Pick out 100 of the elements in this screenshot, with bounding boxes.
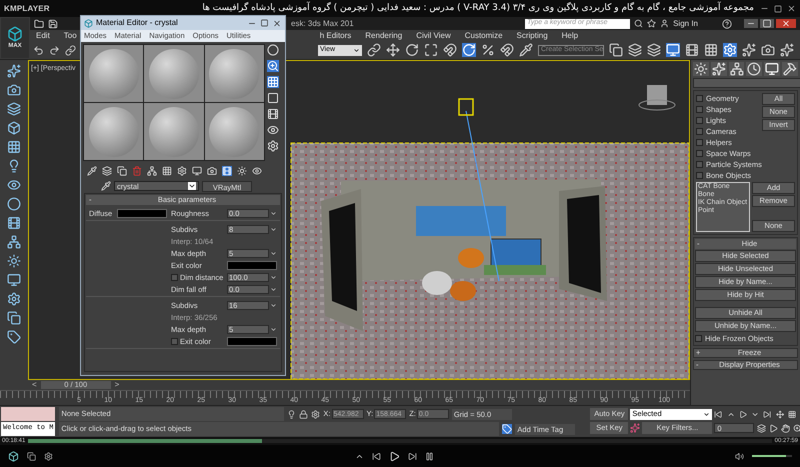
side-tool-icon[interactable]	[7, 197, 21, 211]
menu-item[interactable]: Scripting	[516, 30, 548, 42]
checkbox[interactable]	[696, 172, 703, 179]
checkbox[interactable]	[171, 338, 178, 345]
star-icon[interactable]	[647, 19, 656, 28]
material-tool-icon[interactable]	[177, 166, 187, 176]
spinner-snap-icon[interactable]	[500, 43, 514, 57]
viewcube-icon[interactable]	[638, 85, 676, 110]
navigation-icon[interactable]	[757, 424, 766, 432]
material-tool-icon[interactable]	[237, 166, 247, 176]
slot-tool-icon[interactable]	[267, 108, 279, 120]
transform-tool-icon[interactable]	[405, 43, 419, 57]
side-tool-icon[interactable]	[7, 292, 21, 306]
side-tool-icon[interactable]	[7, 273, 21, 287]
material-tool-icon[interactable]	[87, 166, 97, 176]
dropdown-caret-icon[interactable]	[188, 182, 196, 190]
render-setup-icon[interactable]	[666, 43, 680, 57]
3d-mode-icon[interactable]	[8, 450, 19, 462]
angle-snap-icon[interactable]	[462, 43, 476, 57]
restore-icon[interactable]	[760, 19, 774, 28]
checkbox[interactable]	[696, 161, 703, 168]
panel-tab-icon[interactable]	[746, 62, 762, 76]
playback-icon[interactable]	[776, 410, 784, 418]
transform-tool-icon[interactable]	[424, 43, 438, 57]
snap-icon[interactable]	[443, 43, 457, 57]
slot-tool-icon[interactable]	[267, 60, 279, 72]
material-tool-icon[interactable]	[162, 166, 172, 176]
checkbox[interactable]	[696, 128, 703, 135]
maximize-icon[interactable]	[260, 19, 269, 27]
checkbox[interactable]	[171, 274, 178, 281]
navigation-icon[interactable]	[781, 424, 790, 432]
previous-icon[interactable]	[372, 452, 380, 460]
panel-tab-icon[interactable]	[782, 62, 798, 76]
slot-tool-icon[interactable]	[267, 140, 279, 152]
render-frame-icon[interactable]	[761, 43, 775, 57]
side-tool-icon[interactable]	[7, 311, 21, 325]
menu-item[interactable]: Customize	[464, 30, 503, 42]
dropdown-caret-icon[interactable]	[353, 46, 360, 54]
menu-item[interactable]: Rendering	[365, 30, 402, 42]
volume-icon[interactable]	[735, 452, 744, 460]
side-tool-icon[interactable]	[7, 121, 21, 135]
lock-icon[interactable]	[299, 410, 308, 418]
checkbox[interactable]	[696, 117, 703, 124]
next-icon[interactable]	[408, 452, 416, 460]
playback-icon[interactable]	[763, 410, 772, 418]
undo-icon[interactable]	[33, 44, 44, 56]
panel-tab-icon[interactable]	[764, 62, 780, 76]
transform-tool-icon[interactable]	[367, 43, 381, 57]
user-icon[interactable]	[660, 19, 670, 28]
side-tool-icon[interactable]	[7, 102, 21, 116]
script-listener-field[interactable]	[1, 407, 56, 421]
slot-tool-icon[interactable]	[267, 124, 279, 136]
sign-in-link[interactable]: Sign In	[673, 18, 698, 30]
side-tool-icon[interactable]	[7, 178, 21, 192]
material-tool-icon[interactable]	[207, 166, 217, 176]
menu-item[interactable]: Too	[64, 30, 77, 42]
side-tool-icon[interactable]	[7, 235, 21, 249]
material-tool-icon[interactable]	[192, 166, 202, 176]
side-tool-icon[interactable]	[7, 159, 21, 173]
color-swatch[interactable]	[227, 261, 277, 270]
checkbox[interactable]	[696, 139, 703, 146]
open-icon[interactable]	[34, 18, 44, 28]
navigation-icon[interactable]	[793, 424, 800, 432]
panel-tab-icon[interactable]	[693, 62, 709, 76]
menu-item[interactable]: Civil View	[416, 30, 451, 42]
minimize-icon[interactable]	[744, 19, 758, 28]
material-tool-icon[interactable]	[252, 166, 262, 176]
close-icon[interactable]	[776, 19, 796, 28]
checkbox[interactable]	[695, 335, 702, 342]
material-tool-icon[interactable]	[117, 166, 127, 176]
side-tool-icon[interactable]	[7, 140, 21, 154]
checkbox[interactable]	[696, 106, 703, 113]
side-tool-icon[interactable]	[7, 330, 21, 344]
playback-icon[interactable]	[714, 410, 723, 418]
close-icon[interactable]	[272, 18, 282, 28]
play-icon[interactable]	[388, 450, 400, 462]
eyedropper-icon[interactable]	[101, 181, 111, 191]
material-tool-icon[interactable]	[147, 166, 157, 176]
navigation-icon[interactable]	[769, 424, 778, 432]
transform-tool-icon[interactable]	[386, 43, 400, 57]
color-swatch[interactable]	[117, 209, 167, 218]
side-tool-icon[interactable]	[7, 64, 21, 78]
time-tag-icon[interactable]	[502, 424, 512, 434]
redo-icon[interactable]	[49, 44, 60, 56]
side-tool-icon[interactable]	[7, 216, 21, 230]
slot-tool-icon[interactable]	[267, 92, 279, 104]
side-tool-icon[interactable]	[7, 254, 21, 268]
save-icon[interactable]	[48, 18, 58, 28]
layers-icon[interactable]	[647, 43, 661, 57]
settings-icon[interactable]	[44, 452, 53, 460]
side-tool-icon[interactable]	[7, 83, 21, 97]
panel-tab-icon[interactable]	[728, 62, 744, 76]
material-tool-icon[interactable]	[102, 166, 112, 176]
menu-item[interactable]: Edit	[36, 30, 50, 42]
percent-snap-icon[interactable]	[481, 43, 495, 57]
checkbox[interactable]	[696, 95, 703, 102]
help-icon[interactable]	[722, 18, 732, 28]
link-icon[interactable]	[65, 44, 76, 56]
checkbox[interactable]	[696, 150, 703, 157]
time-slider-prev[interactable]: <	[30, 379, 39, 391]
